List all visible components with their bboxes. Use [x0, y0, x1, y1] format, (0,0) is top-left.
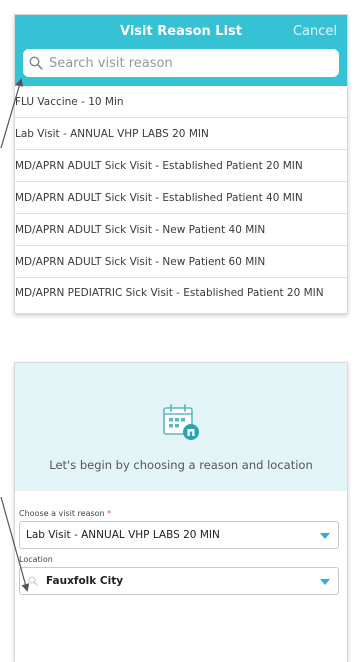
visit-form-panel: Let's begin by choosing a reason and loc…	[14, 362, 348, 662]
list-item[interactable]: Lab Visit - ANNUAL VHP LABS 20 MIN	[15, 118, 347, 150]
cancel-button[interactable]: Cancel	[293, 24, 337, 39]
chevron-down-icon	[320, 533, 330, 539]
visit-reason-label: Choose a visit reason *	[15, 509, 347, 518]
chevron-down-icon	[320, 579, 330, 585]
required-mark: *	[107, 509, 112, 518]
search-input[interactable]	[49, 55, 339, 71]
intro-text: Let's begin by choosing a reason and loc…	[49, 458, 313, 472]
visit-reason-select[interactable]: Lab Visit - ANNUAL VHP LABS 20 MIN	[19, 521, 339, 549]
list-item[interactable]: MD/APRN ADULT Sick Visit - Established P…	[15, 150, 347, 182]
list-item[interactable]: MD/APRN ADULT Sick Visit - Established P…	[15, 182, 347, 214]
search-box[interactable]	[23, 49, 339, 77]
search-icon	[29, 56, 43, 70]
visit-reason-list-panel: Visit Reason List Cancel FLU Vaccine - 1…	[14, 14, 348, 314]
intro-banner: Let's begin by choosing a reason and loc…	[15, 363, 347, 491]
list-item[interactable]: MD/APRN PEDIATRIC Sick Visit - Establish…	[15, 278, 347, 313]
list-title: Visit Reason List	[120, 23, 242, 39]
list-header: Visit Reason List Cancel	[15, 15, 347, 47]
calendar-clinic-icon	[163, 404, 199, 440]
location-select[interactable]: Fauxfolk City	[19, 567, 339, 595]
visit-reason-label-text: Choose a visit reason	[19, 509, 105, 518]
visit-reason-value: Lab Visit - ANNUAL VHP LABS 20 MIN	[26, 529, 220, 541]
location-label: Location	[19, 555, 53, 564]
search-icon	[28, 576, 38, 586]
list-item[interactable]: FLU Vaccine - 10 Min	[15, 86, 347, 118]
location-value: Fauxfolk City	[46, 575, 124, 587]
list-item[interactable]: MD/APRN ADULT Sick Visit - New Patient 6…	[15, 246, 347, 278]
list-item[interactable]: MD/APRN ADULT Sick Visit - New Patient 4…	[15, 214, 347, 246]
reason-list: FLU Vaccine - 10 Min Lab Visit - ANNUAL …	[15, 86, 347, 313]
search-bar	[15, 47, 347, 86]
